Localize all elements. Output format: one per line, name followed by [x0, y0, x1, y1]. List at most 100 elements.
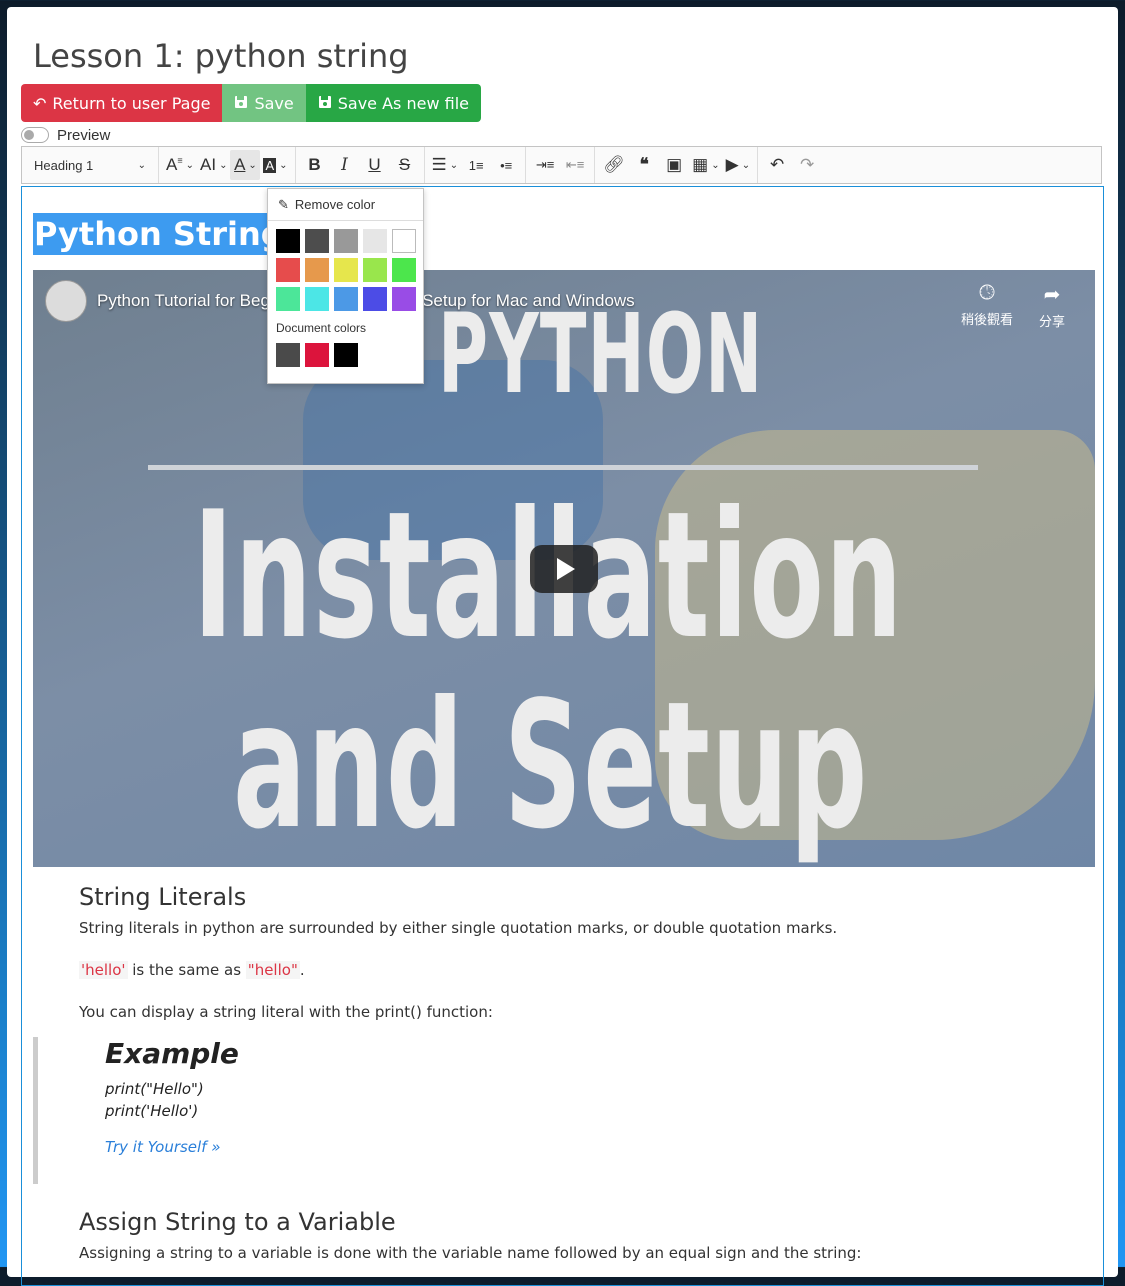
preview-label: Preview [57, 126, 111, 144]
text-period: . [299, 961, 305, 979]
color-swatch[interactable] [392, 229, 416, 253]
main-card: Lesson 1: python string ↶ Return to user… [7, 7, 1118, 1286]
share-arrow-icon: ➦ [1043, 284, 1061, 306]
return-button-label: Return to user Page [52, 93, 211, 113]
bold-button[interactable]: B [300, 150, 330, 180]
color-swatch[interactable] [334, 258, 358, 282]
save-button-label: Save [254, 93, 294, 113]
bold-icon: B [308, 155, 321, 174]
section-assign-string: Assign String to a Variable Assigning a … [79, 1202, 862, 1285]
color-swatch[interactable] [276, 229, 300, 253]
editor-toolbar: Heading 1 ⌄ A≡ ⌄ AI ⌄ A ⌄ A ⌄ B I U S ☰ ⌄ 1≡ … [21, 146, 1102, 184]
preview-toggle-row: Preview [21, 125, 110, 145]
example-heading: Example [105, 1037, 239, 1070]
page-title: Lesson 1: python string [33, 37, 409, 75]
video-thumb-text-setup: and Setup [233, 665, 869, 867]
chevron-down-icon: ⌄ [449, 159, 459, 171]
link-button[interactable]: 🔗︎ [599, 150, 629, 180]
font-color-button[interactable]: A ⌄ [230, 150, 261, 180]
numbered-list-button[interactable]: 1≡ [461, 150, 491, 180]
watch-later-button[interactable]: 🕓︎ 稍後觀看 [961, 282, 1013, 328]
save-as-button[interactable]: Save As new file [305, 84, 481, 122]
return-button[interactable]: ↶ Return to user Page [21, 84, 223, 122]
underline-button[interactable]: U [360, 150, 390, 180]
embedded-video[interactable]: PYTHON Installation and Setup Python Tut… [33, 270, 1095, 867]
underline-icon: U [368, 155, 381, 174]
color-swatch-grid [268, 221, 423, 317]
editor-content[interactable]: Python Strings PYTHON Installation and S… [21, 186, 1104, 1286]
undo-button[interactable]: ↶ [762, 150, 792, 180]
redo-button[interactable]: ↷ [792, 150, 822, 180]
color-swatch[interactable] [305, 258, 329, 282]
font-color-dropdown: ✎ Remove color Document colors [267, 188, 424, 384]
outdent-icon: ⇤≡ [565, 157, 585, 172]
share-label: 分享 [1039, 314, 1066, 329]
eraser-icon: ✎ [278, 196, 289, 212]
italic-button[interactable]: I [330, 150, 360, 180]
floppy-icon [234, 94, 248, 113]
media-button[interactable]: ▶︎ ⌄ [723, 150, 753, 180]
save-button[interactable]: Save [222, 84, 306, 122]
font-family-icon: AI [200, 155, 217, 174]
indent-button[interactable]: ⇥≡ [530, 150, 560, 180]
color-swatch[interactable] [276, 258, 300, 282]
media-icon: ▶︎ [725, 155, 739, 174]
color-swatch[interactable] [305, 287, 329, 311]
paragraph-string-literals: String literals in python are surrounded… [79, 919, 838, 937]
example-block: Example print("Hello") print('Hello') Tr… [33, 1037, 1038, 1184]
chevron-down-icon: ⌄ [185, 159, 194, 171]
color-swatch[interactable] [392, 258, 416, 282]
floppy-icon [318, 94, 332, 113]
color-swatch[interactable] [276, 287, 300, 311]
paragraph-assign-string: Assigning a string to a variable is done… [79, 1244, 862, 1262]
color-swatch[interactable] [305, 229, 329, 253]
outdent-button[interactable]: ⇤≡ [560, 150, 590, 180]
text-same-as: is the same as [127, 961, 246, 979]
document-color-swatch[interactable] [305, 343, 329, 367]
italic-icon: I [341, 155, 348, 175]
return-arrow-icon: ↶ [33, 93, 47, 113]
selected-heading[interactable]: Python Strings [33, 213, 304, 255]
font-family-button[interactable]: AI ⌄ [197, 150, 230, 180]
color-swatch[interactable] [334, 287, 358, 311]
toolbar-group-insert: 🔗︎ ❝ ▣ ▦ ⌄ ▶︎ ⌄ [595, 147, 759, 183]
share-button[interactable]: ➦ 分享 [1039, 282, 1065, 330]
image-button[interactable]: ▣ [659, 150, 689, 180]
preview-toggle[interactable] [21, 127, 49, 143]
undo-icon: ↶ [769, 155, 785, 174]
lesson-content: String Literals String literals in pytho… [33, 877, 1079, 1262]
save-as-button-label: Save As new file [337, 93, 469, 113]
color-swatch[interactable] [363, 229, 387, 253]
font-color-icon: A [234, 155, 246, 174]
try-it-yourself-link[interactable]: Try it Yourself » [105, 1138, 239, 1156]
table-button[interactable]: ▦ ⌄ [689, 150, 722, 180]
blockquote-button[interactable]: ❝ [629, 150, 659, 180]
color-swatch[interactable] [363, 258, 387, 282]
action-buttons: ↶ Return to user Page Save Save As new f… [21, 84, 481, 122]
color-swatch[interactable] [334, 229, 358, 253]
document-color-swatch[interactable] [276, 343, 300, 367]
strikethrough-button[interactable]: S [390, 150, 420, 180]
indent-icon: ⇥≡ [535, 157, 555, 172]
toolbar-group-indent: ⇥≡ ⇤≡ [526, 147, 596, 183]
chevron-down-icon: ⌄ [137, 159, 146, 171]
code-single-quote-hello: 'hello' [79, 961, 128, 979]
align-button[interactable]: ☰ ⌄ [429, 150, 462, 180]
channel-avatar[interactable] [45, 280, 87, 322]
bulleted-list-icon: •≡ [500, 157, 513, 173]
remove-color-button[interactable]: ✎ Remove color [268, 189, 423, 221]
font-size-button[interactable]: A≡ ⌄ [163, 150, 197, 180]
code-double-quote-hello: "hello" [245, 961, 300, 979]
background-color-button[interactable]: A ⌄ [260, 150, 290, 180]
document-color-swatch[interactable] [334, 343, 358, 367]
section-heading-assign-string: Assign String to a Variable [79, 1208, 396, 1236]
background-color-icon: A [263, 157, 277, 173]
play-button[interactable] [530, 545, 598, 593]
section-heading-string-literals: String Literals [79, 883, 247, 911]
watch-later-label: 稍後觀看 [961, 312, 1014, 327]
color-swatch[interactable] [363, 287, 387, 311]
chevron-down-icon: ⌄ [279, 159, 288, 171]
bulleted-list-button[interactable]: •≡ [491, 150, 521, 180]
heading-dropdown[interactable]: Heading 1 ⌄ [26, 150, 154, 180]
color-swatch[interactable] [392, 287, 416, 311]
